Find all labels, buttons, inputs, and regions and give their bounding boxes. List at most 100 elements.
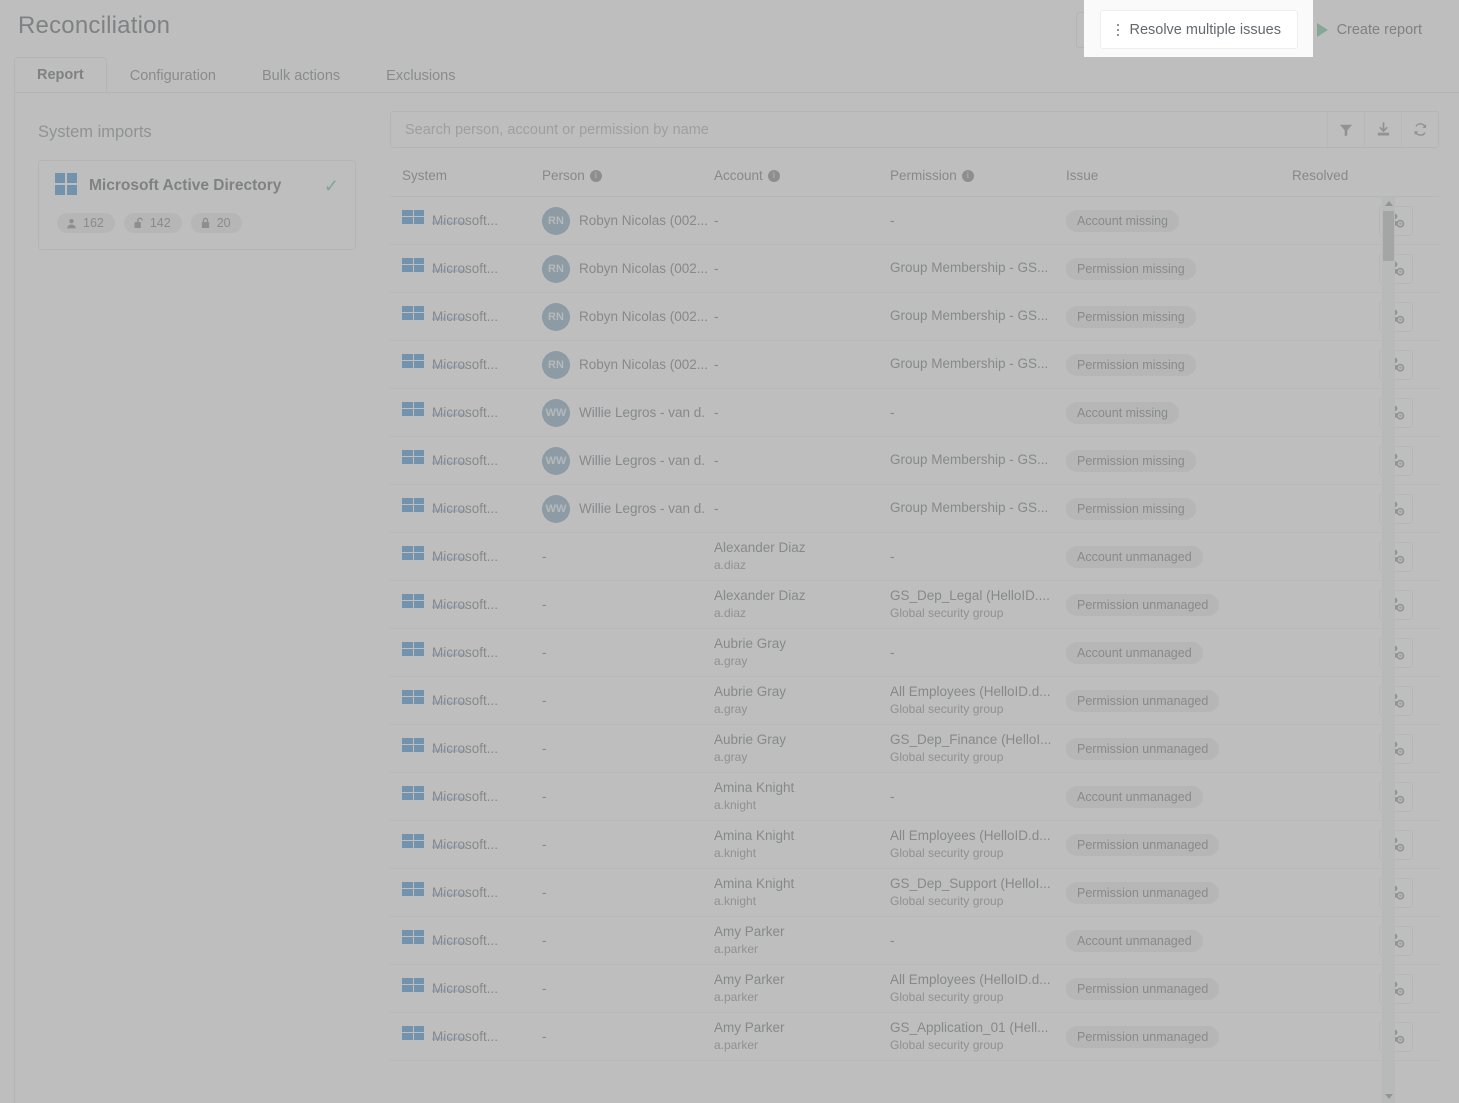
table-row[interactable]: Microsoft... Active Directory - Aubrie Gray…	[390, 725, 1439, 773]
status-badge: Permission unmanaged	[1066, 689, 1220, 712]
info-icon[interactable]: i	[589, 169, 602, 182]
table-header: System Person i Account i Permission i Issu…	[390, 148, 1439, 197]
tab-bulk-actions[interactable]: Bulk actions	[239, 58, 363, 94]
status-badge: Permission unmanaged	[1066, 737, 1220, 760]
cell-issue: Account unmanaged	[1066, 641, 1292, 664]
table-row[interactable]: Microsoft... Active Directory RN Robyn Nico…	[390, 341, 1439, 389]
cell-system: Microsoft... Active Directory	[402, 497, 542, 516]
search-input[interactable]	[391, 112, 1327, 147]
cell-system-sublabel: Active Directory	[432, 700, 467, 705]
table-row[interactable]: Microsoft... Active Directory - Amina Knigh…	[390, 821, 1439, 869]
table-row[interactable]: Microsoft... Active Directory WW Willie Leg…	[390, 389, 1439, 437]
table-row[interactable]: Microsoft... Active Directory RN Robyn Nico…	[390, 245, 1439, 293]
export-icon[interactable]	[1364, 112, 1401, 147]
cell-resolved	[1292, 205, 1439, 236]
windows-logo-icon	[402, 401, 424, 416]
scroll-up-arrow-icon[interactable]	[1385, 201, 1393, 206]
table-row[interactable]: Microsoft... Active Directory WW Willie Leg…	[390, 485, 1439, 533]
cell-issue: Permission unmanaged	[1066, 1025, 1292, 1048]
table-row[interactable]: Microsoft... Active Directory RN Robyn Nico…	[390, 197, 1439, 245]
cell-resolved	[1292, 925, 1439, 956]
table-row[interactable]: Microsoft... Active Directory - Amy Parker a…	[390, 1013, 1439, 1061]
cell-permission: -	[890, 549, 1066, 564]
table-body: Microsoft... Active Directory RN Robyn Nico…	[390, 197, 1439, 1103]
status-badge: Permission unmanaged	[1066, 1025, 1220, 1048]
hamburger-icon	[1117, 23, 1120, 36]
table-row[interactable]: Microsoft... Active Directory - Aubrie Gray…	[390, 677, 1439, 725]
cell-system: Microsoft... Active Directory	[402, 545, 542, 564]
column-header-permission[interactable]: Permission i	[890, 168, 1066, 183]
cell-person-name: Robyn Nicolas (002...	[579, 213, 709, 228]
windows-logo-icon	[402, 593, 424, 608]
tab-report[interactable]: Report	[14, 57, 107, 94]
table-row[interactable]: Microsoft... Active Directory - Amy Parker a…	[390, 917, 1439, 965]
column-header-person[interactable]: Person i	[542, 168, 714, 183]
column-header-account[interactable]: Account i	[714, 168, 890, 183]
table-scrollbar[interactable]	[1382, 197, 1395, 1103]
cell-system-label: Microsoft... Active Directory	[432, 357, 499, 372]
windows-logo-icon	[402, 833, 424, 848]
cell-permission: Group Membership - GS...	[890, 308, 1066, 325]
column-header-issue[interactable]: Issue	[1066, 168, 1292, 183]
cell-account: Aubrie Gray a.gray	[714, 636, 890, 670]
cell-account-username: a.diaz	[714, 606, 747, 621]
avatar: WW	[542, 446, 570, 475]
table-row[interactable]: Microsoft... Active Directory - Amina Knigh…	[390, 869, 1439, 917]
column-header-issue-label: Issue	[1066, 168, 1099, 183]
cell-account: Aubrie Gray a.gray	[714, 684, 890, 718]
cell-account: -	[714, 405, 890, 420]
cell-permission-name: All Employees (HelloID.d...	[890, 827, 1051, 843]
cell-system-label: Microsoft... Active Directory	[432, 1029, 499, 1044]
cell-resolved	[1292, 733, 1439, 764]
cell-permission-empty: -	[890, 405, 895, 420]
status-badge: Account missing	[1066, 401, 1180, 424]
system-import-card-microsoft-active-directory[interactable]: Microsoft Active Directory ✓ 162 142 20	[38, 160, 356, 250]
cell-account-name: Amina Knight	[714, 875, 795, 891]
cell-person: WW Willie Legros - van d.	[542, 494, 714, 523]
cell-permission-name: GS_Dep_Support (HelloI...	[890, 875, 1051, 891]
cell-permission-type: Global security group	[890, 606, 1004, 621]
info-icon[interactable]: i	[767, 169, 780, 182]
cell-account: Amina Knight a.knight	[714, 780, 890, 814]
table-row[interactable]: Microsoft... Active Directory - Amina Knigh…	[390, 773, 1439, 821]
create-report-button[interactable]: Create report	[1300, 12, 1439, 48]
tab-exclusions[interactable]: Exclusions	[363, 58, 478, 94]
cell-system-label: Microsoft... Active Directory	[432, 501, 499, 516]
windows-logo-icon	[402, 353, 424, 368]
cell-person: -	[542, 933, 714, 948]
table-row[interactable]: Microsoft... Active Directory - Aubrie Gray…	[390, 629, 1439, 677]
cell-account-name: Amy Parker	[714, 1019, 785, 1035]
scroll-down-arrow-icon[interactable]	[1385, 1094, 1393, 1099]
info-icon[interactable]: i	[961, 169, 974, 182]
cell-system: Microsoft... Active Directory	[402, 929, 542, 948]
cell-system: Microsoft... Active Directory	[402, 833, 542, 852]
cell-system-sublabel: Active Directory	[432, 652, 467, 657]
badge-accounts-value: 142	[149, 216, 171, 230]
cell-account: Amy Parker a.parker	[714, 1020, 890, 1054]
table-row[interactable]: Microsoft... Active Directory - Amy Parker a…	[390, 965, 1439, 1013]
table-row[interactable]: Microsoft... Active Directory RN Robyn Nico…	[390, 293, 1439, 341]
tab-exclusions-label: Exclusions	[386, 68, 456, 84]
cell-person: -	[542, 789, 714, 804]
tab-configuration[interactable]: Configuration	[107, 58, 239, 94]
column-header-resolved[interactable]: Resolved	[1292, 168, 1439, 183]
cell-issue: Account unmanaged	[1066, 785, 1292, 808]
table-row[interactable]: Microsoft... Active Directory WW Willie Leg…	[390, 437, 1439, 485]
cell-account-username: a.gray	[714, 750, 748, 765]
refresh-icon[interactable]	[1401, 112, 1438, 147]
table-row[interactable]: Microsoft... Active Directory - Alexander D…	[390, 581, 1439, 629]
column-header-resolved-label: Resolved	[1292, 168, 1349, 183]
cell-issue: Permission missing	[1066, 497, 1292, 520]
cell-account-name: Aubrie Gray	[714, 731, 787, 747]
cell-issue: Permission missing	[1066, 353, 1292, 376]
cell-system-sublabel: Active Directory	[432, 988, 467, 993]
cell-person: -	[542, 693, 714, 708]
table-rows: Microsoft... Active Directory RN Robyn Nico…	[390, 197, 1439, 1061]
resolve-multiple-issues-button-highlighted[interactable]: Resolve multiple issues	[1100, 10, 1298, 49]
table-row[interactable]: Microsoft... Active Directory - Alexander D…	[390, 533, 1439, 581]
column-header-system[interactable]: System	[402, 168, 542, 183]
scrollbar-thumb[interactable]	[1383, 211, 1394, 261]
cell-account-username: a.knight	[714, 846, 757, 861]
filter-icon[interactable]	[1327, 112, 1364, 147]
cell-permission: -	[890, 405, 1066, 420]
